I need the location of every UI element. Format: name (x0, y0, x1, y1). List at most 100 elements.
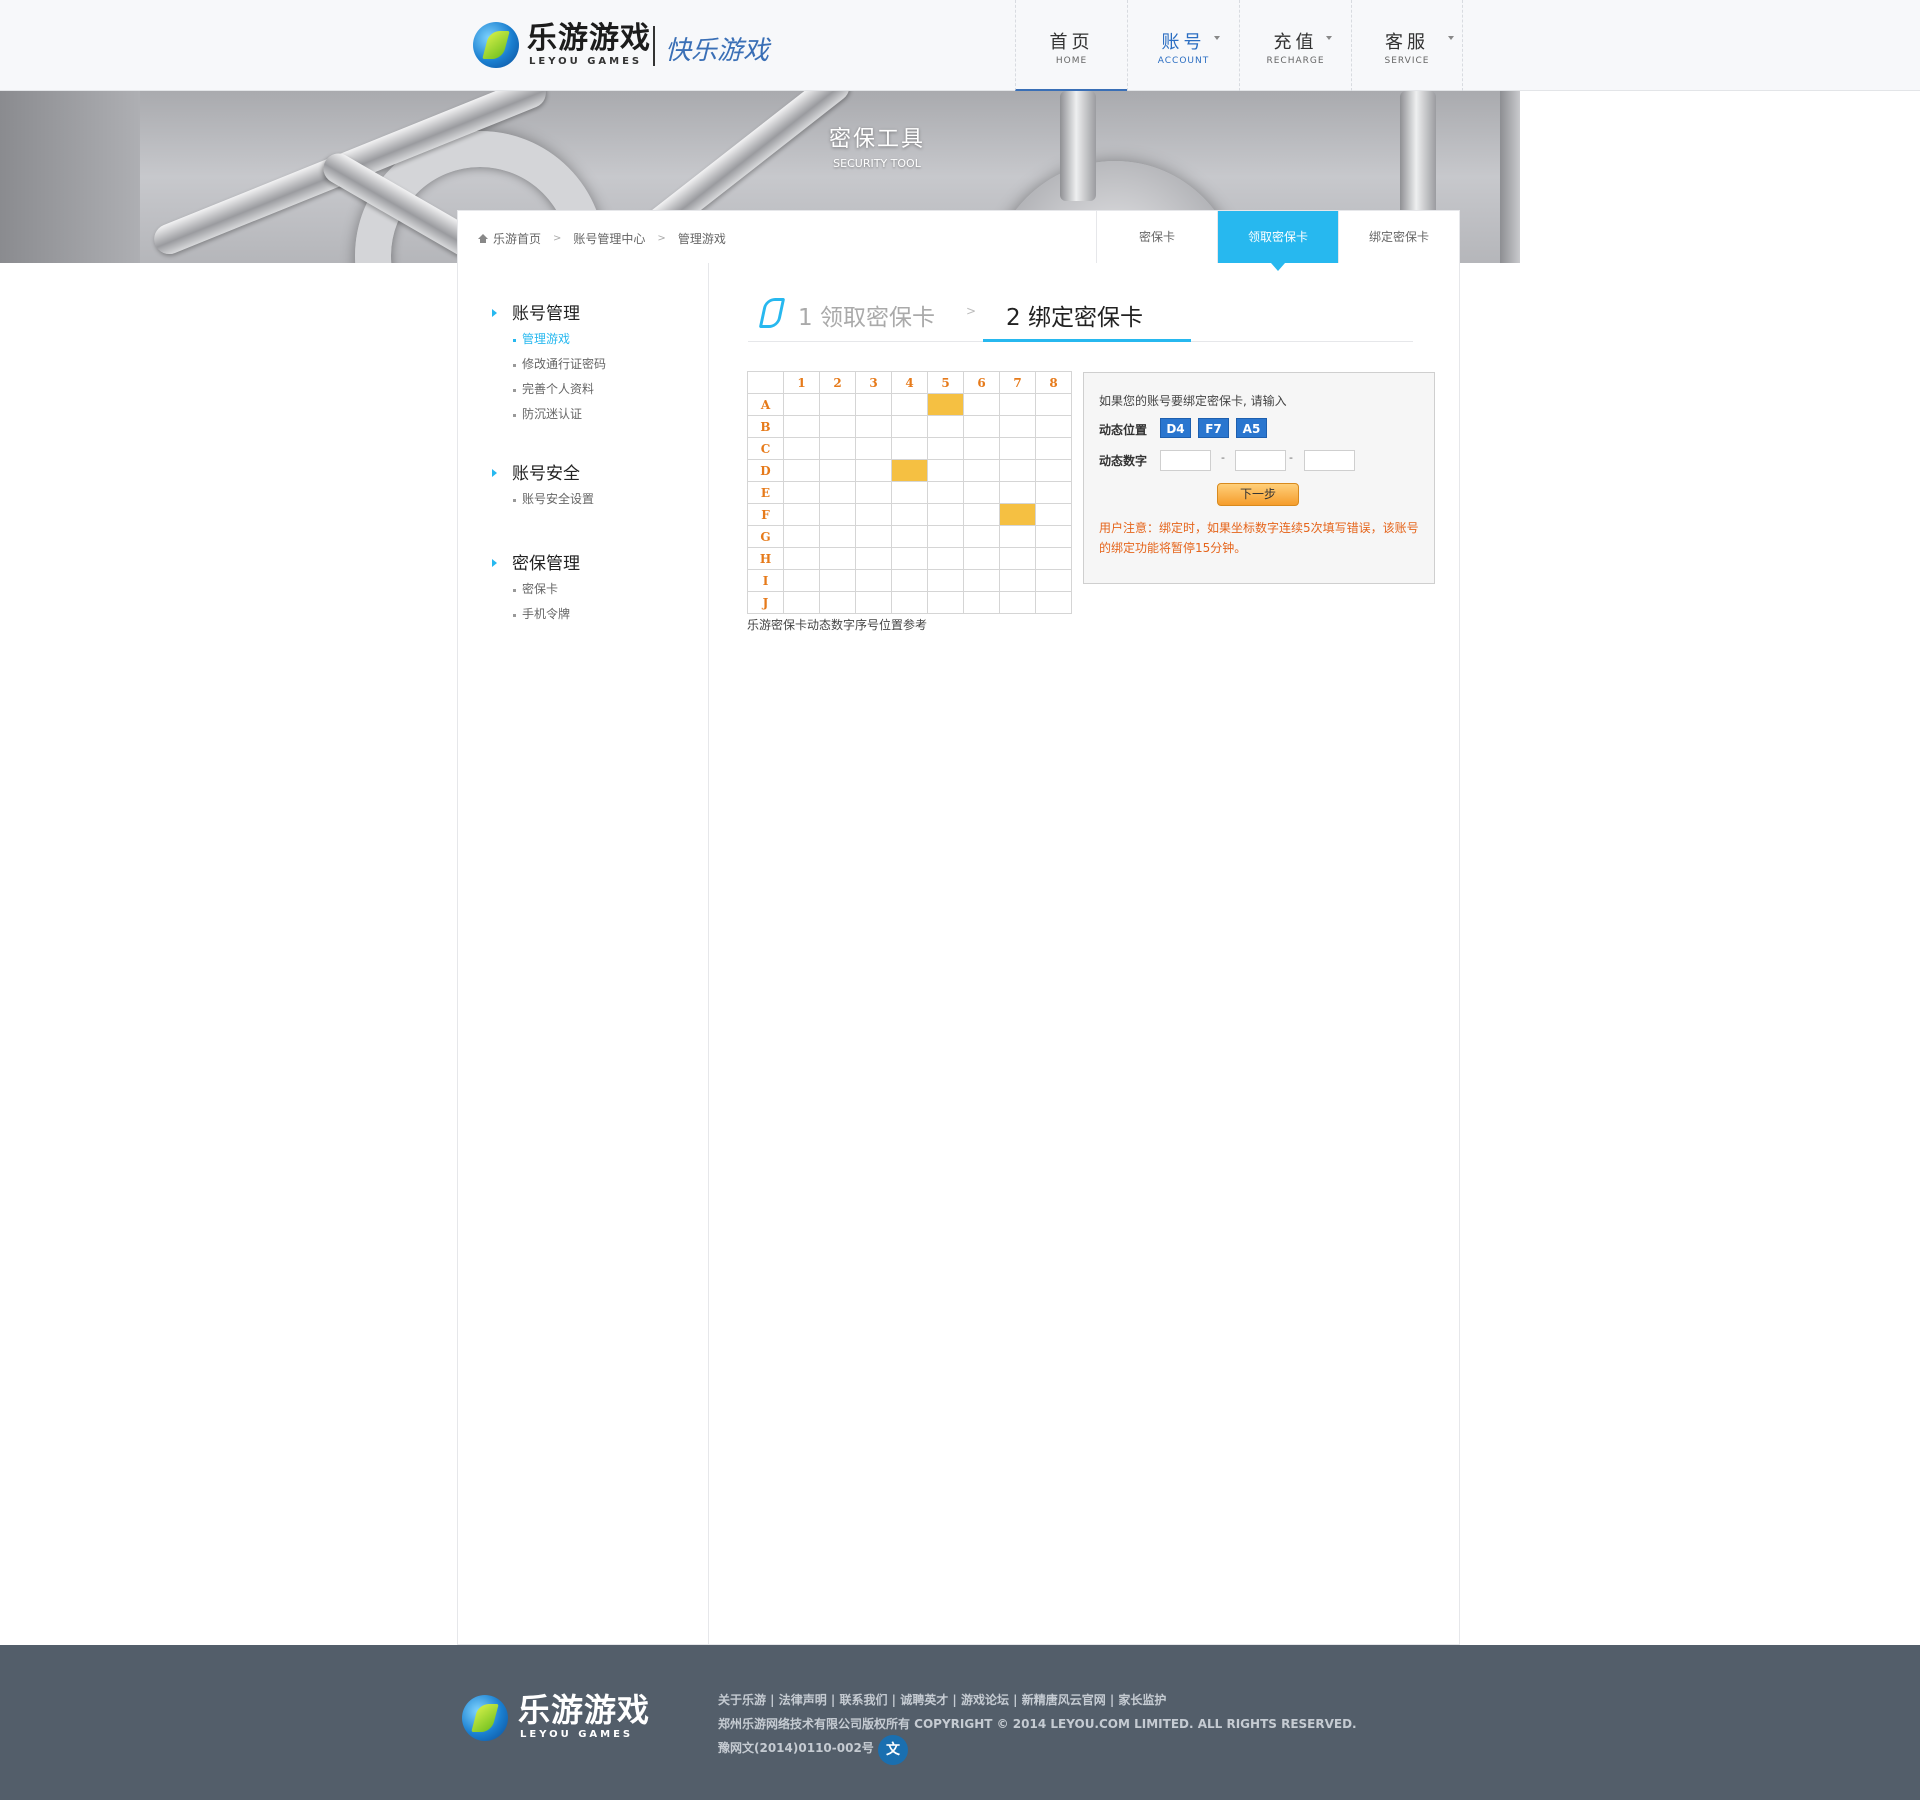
grid-cell (855, 569, 892, 592)
tab-get-security-card[interactable]: 领取密保卡 (1217, 211, 1338, 271)
active-step-underline (983, 339, 1191, 342)
grid-cell (927, 393, 964, 416)
sidebar: 账号管理 管理游戏 修改通行证密码 完善个人资料 防沉迷认证 账号安全 账号安全… (457, 263, 709, 1645)
sidebar-group-title[interactable]: 账号安全 (492, 461, 594, 487)
sidebar-group-title-label: 账号安全 (512, 464, 580, 484)
grid-cell (891, 437, 928, 460)
grid-cell (855, 503, 892, 526)
dynamic-digits-label: 动态数字 (1099, 454, 1148, 468)
sidebar-group-title[interactable]: 密保管理 (492, 551, 580, 577)
grid-cell (963, 569, 1000, 592)
grid-cell (999, 591, 1036, 614)
grid-cell (1035, 547, 1072, 570)
grid-row: G (747, 525, 1072, 548)
nav-home[interactable]: 首页 HOME (1015, 0, 1127, 91)
sidebar-item-anti-addiction[interactable]: 防沉迷认证 (492, 402, 606, 427)
grid-cell (891, 459, 928, 482)
grid-cell (1035, 503, 1072, 526)
breadcrumb-separator-icon: > (553, 233, 562, 244)
grid-cell (927, 481, 964, 504)
logo-text-en: LEYOU GAMES (529, 56, 643, 67)
grid-cell (891, 547, 928, 570)
grid-row: C (747, 437, 1072, 460)
grid-cell (819, 525, 856, 548)
grid-row-header: H (747, 547, 784, 570)
sidebar-item-mobile-token[interactable]: 手机令牌 (492, 602, 580, 627)
breadcrumb-account-center[interactable]: 账号管理中心 (573, 230, 645, 247)
grid-row: H (747, 547, 1072, 570)
sidebar-item-security-settings[interactable]: 账号安全设置 (492, 487, 594, 512)
grid-column-header: 5 (927, 371, 964, 394)
grid-cell (1035, 415, 1072, 438)
sidebar-group-protection: 密保管理 密保卡 手机令牌 (492, 551, 580, 627)
grid-cell (783, 481, 820, 504)
grid-column-header: 3 (855, 371, 892, 394)
grid-row-header: I (747, 569, 784, 592)
grid-cell (855, 481, 892, 504)
footer-copyright: 郑州乐游网络技术有限公司版权所有 COPYRIGHT © 2014 LEYOU.… (718, 1717, 1357, 1731)
nav-recharge[interactable]: 充值 RECHARGE (1239, 0, 1351, 91)
sidebar-group-title[interactable]: 账号管理 (492, 301, 606, 327)
dynamic-position-label: 动态位置 (1099, 423, 1148, 437)
footer-links[interactable]: 关于乐游 | 法律声明 | 联系我们 | 诚聘英才 | 游戏论坛 | 新精唐风云… (718, 1691, 1166, 1708)
sidebar-group-security: 账号安全 账号安全设置 (492, 461, 594, 512)
breadcrumb-manage-games[interactable]: 管理游戏 (678, 230, 726, 247)
grid-cell (819, 459, 856, 482)
grid-cell (1035, 481, 1072, 504)
banner-vault-edge (1500, 91, 1520, 263)
grid-header-row: 12345678 (747, 371, 1072, 394)
dynamic-digit-input-1[interactable] (1160, 450, 1211, 471)
site-logo[interactable]: 乐游游戏 LEYOU GAMES 快乐游戏 (473, 22, 833, 72)
footer-logo[interactable]: 乐游游戏 LEYOU GAMES (462, 1693, 662, 1745)
grid-cell (999, 547, 1036, 570)
sidebar-item-security-card[interactable]: 密保卡 (492, 577, 580, 602)
sidebar-group-title-label: 密保管理 (512, 554, 580, 574)
grid-cell (819, 415, 856, 438)
banner-subtitle: SECURITY TOOL (833, 157, 921, 170)
dynamic-digit-input-3[interactable] (1304, 450, 1355, 471)
step-2-label: 2 绑定密保卡 (1006, 305, 1143, 331)
logo-divider (653, 26, 655, 66)
bind-notice: 用户注意：绑定时，如果坐标数字连续5次填写错误，该账号的绑定功能将暂停15分钟。 (1099, 521, 1419, 555)
digit-separator: - (1221, 451, 1225, 464)
grid-cell (855, 547, 892, 570)
tab-security-card[interactable]: 密保卡 (1096, 211, 1217, 263)
nav-account[interactable]: 账号 ACCOUNT (1127, 0, 1239, 91)
sidebar-item-change-password[interactable]: 修改通行证密码 (492, 352, 606, 377)
grid-cell (891, 525, 928, 548)
nav-service[interactable]: 客服 SERVICE (1351, 0, 1463, 91)
grid-row-header: C (747, 437, 784, 460)
culture-license-badge-icon[interactable]: 文 (878, 1735, 908, 1765)
breadcrumb-home[interactable]: 乐游首页 (493, 230, 541, 247)
grid-cell (783, 525, 820, 548)
grid-cell (891, 393, 928, 416)
grid-cell (963, 591, 1000, 614)
grid-cell (927, 591, 964, 614)
grid-cell (783, 503, 820, 526)
logo-text-cn: 乐游游戏 (527, 21, 651, 56)
tab-bar: 密保卡 领取密保卡 绑定密保卡 (1096, 211, 1459, 271)
grid-cell (855, 591, 892, 614)
sidebar-item-manage-games[interactable]: 管理游戏 (492, 327, 606, 352)
nav-recharge-sublabel: RECHARGE (1266, 56, 1325, 66)
site-header: 乐游游戏 LEYOU GAMES 快乐游戏 首页 HOME 账号 ACCOUNT… (0, 0, 1920, 91)
next-step-button[interactable]: 下一步 (1217, 483, 1299, 506)
logo-mark-icon (473, 22, 519, 68)
grid-row: F (747, 503, 1072, 526)
grid-cell (819, 437, 856, 460)
grid-cell (855, 437, 892, 460)
grid-cell (891, 481, 928, 504)
tab-bind-security-card[interactable]: 绑定密保卡 (1338, 211, 1459, 263)
home-icon (478, 234, 488, 243)
dynamic-digit-input-2[interactable] (1235, 450, 1286, 471)
grid-row-header: E (747, 481, 784, 504)
grid-cell (1035, 569, 1072, 592)
grid-cell (927, 503, 964, 526)
grid-cell (819, 481, 856, 504)
grid-cell (819, 591, 856, 614)
grid-column-header: 7 (999, 371, 1036, 394)
bind-intro-text: 如果您的账号要绑定密保卡, 请输入 (1099, 394, 1287, 408)
footer-icp-number: 豫网文(2014)0110-002号 (718, 1741, 874, 1755)
sidebar-item-profile[interactable]: 完善个人资料 (492, 377, 606, 402)
grid-row: D (747, 459, 1072, 482)
